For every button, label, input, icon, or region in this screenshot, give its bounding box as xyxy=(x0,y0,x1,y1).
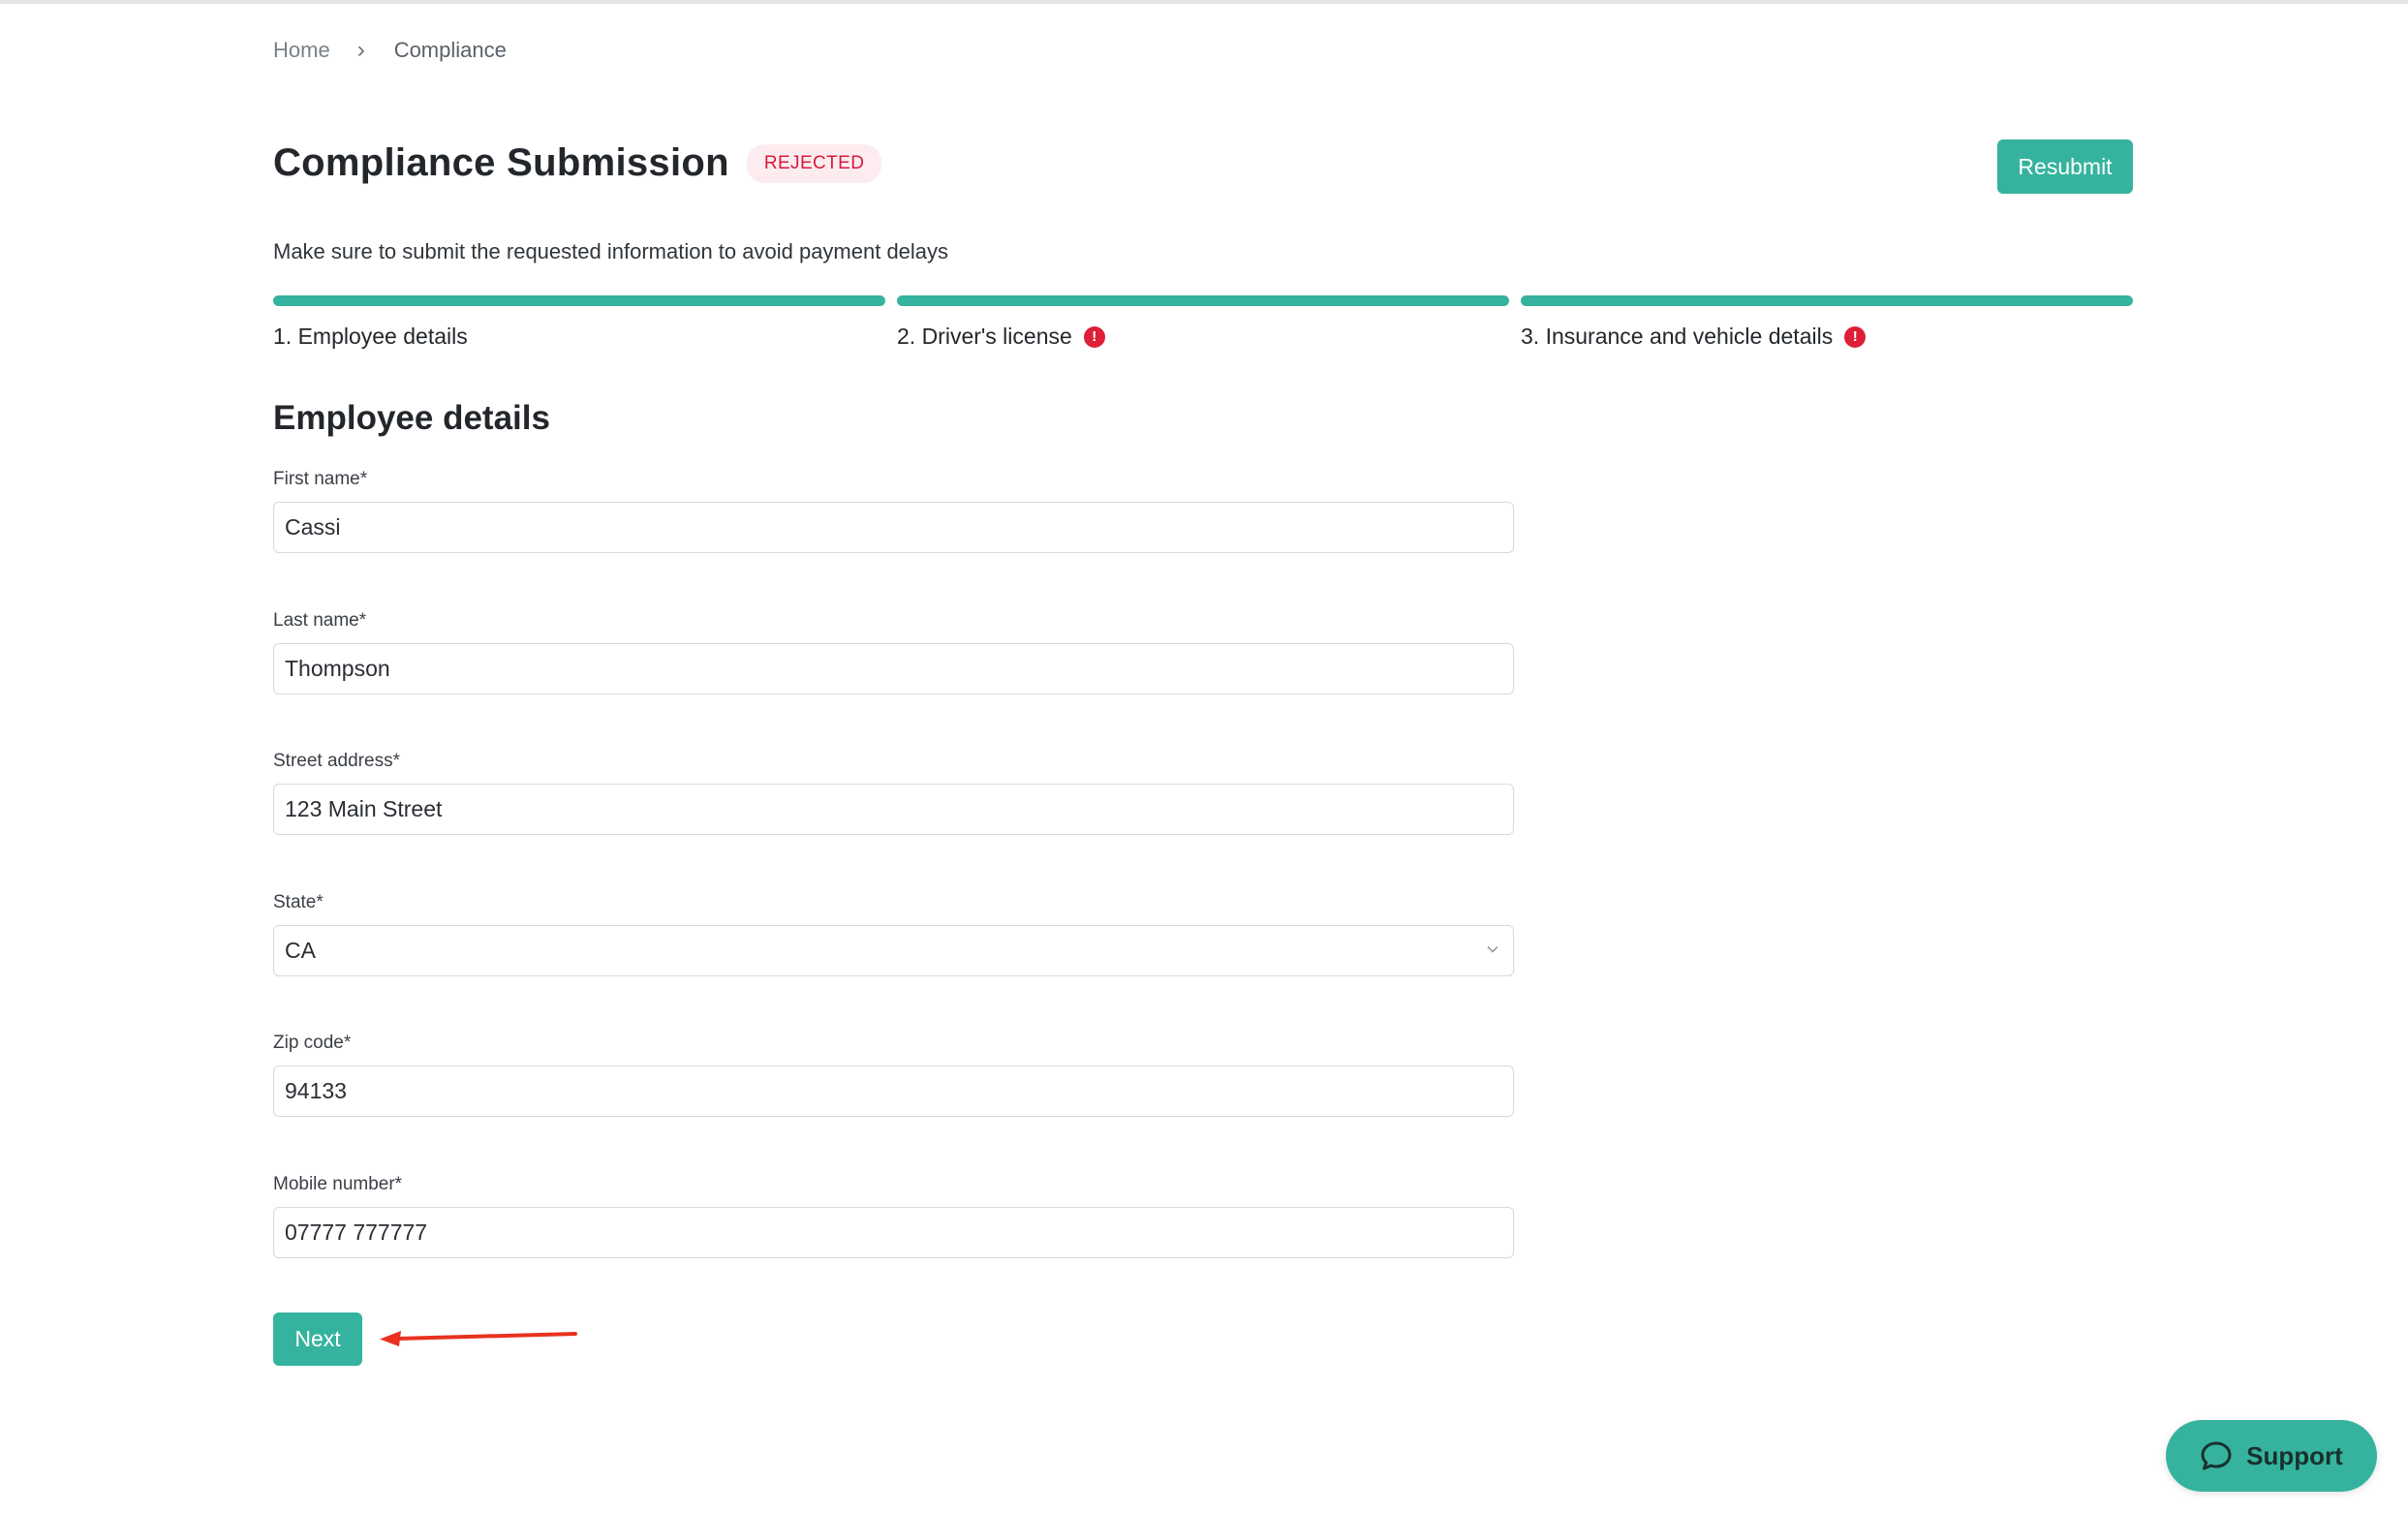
mobile-number-input[interactable]: 07777 777777 xyxy=(273,1207,1514,1258)
first-name-group: First name* Cassi xyxy=(273,469,1515,553)
step-label: 2. Driver's license xyxy=(897,324,1072,349)
red-arrow-annotation xyxy=(380,1331,577,1346)
step-insurance-vehicle[interactable]: 3. Insurance and vehicle details ! xyxy=(1521,295,2133,350)
support-button[interactable]: Support xyxy=(2166,1420,2377,1492)
street-address-input[interactable]: 123 Main Street xyxy=(273,784,1514,835)
exclamation-circle-icon: ! xyxy=(1844,325,1867,348)
first-name-label: First name* xyxy=(273,469,368,489)
zip-code-label: Zip code* xyxy=(273,1033,352,1053)
street-address-group: Street address* 123 Main Street xyxy=(273,751,1515,835)
page-subtitle: Make sure to submit the requested inform… xyxy=(273,239,949,263)
next-button[interactable]: Next xyxy=(273,1312,362,1366)
step-label: 1. Employee details xyxy=(273,324,468,349)
step-label: 3. Insurance and vehicle details xyxy=(1521,324,1834,349)
first-name-input[interactable]: Cassi xyxy=(273,502,1514,553)
step-drivers-license[interactable]: 2. Driver's license ! xyxy=(897,295,1509,350)
state-label: State* xyxy=(273,892,324,912)
last-name-value: Thompson xyxy=(285,656,390,681)
resubmit-button[interactable]: Resubmit xyxy=(1997,139,2133,194)
street-address-value: 123 Main Street xyxy=(285,796,443,821)
breadcrumb: Home › Compliance xyxy=(273,37,507,64)
state-group: State* CA xyxy=(273,892,1515,976)
chat-bubble-icon xyxy=(2201,1441,2232,1470)
zip-code-group: Zip code* 94133 xyxy=(273,1033,1515,1117)
step-progress-bar xyxy=(1521,295,2133,306)
zip-code-input[interactable]: 94133 xyxy=(273,1065,1514,1117)
street-address-label: Street address* xyxy=(273,751,400,771)
breadcrumb-home-link[interactable]: Home xyxy=(273,38,330,63)
mobile-number-group: Mobile number* 07777 777777 xyxy=(273,1174,1515,1258)
last-name-input[interactable]: Thompson xyxy=(273,643,1514,695)
progress-steps: 1. Employee details 2. Driver's license … xyxy=(273,295,2133,350)
step-progress-bar xyxy=(897,295,1509,306)
first-name-value: Cassi xyxy=(285,514,341,540)
zip-code-value: 94133 xyxy=(285,1078,347,1103)
page-title: Compliance Submission xyxy=(273,141,729,184)
title-row: Compliance Submission REJECTED xyxy=(273,141,882,185)
state-value: CA xyxy=(285,938,316,963)
support-label: Support xyxy=(2246,1440,2343,1470)
state-select[interactable]: CA xyxy=(273,925,1514,976)
last-name-label: Last name* xyxy=(273,610,367,631)
mobile-number-label: Mobile number* xyxy=(273,1174,403,1194)
step-employee-details[interactable]: 1. Employee details xyxy=(273,295,885,350)
chevron-down-icon xyxy=(1487,945,1498,953)
breadcrumb-current: Compliance xyxy=(393,38,507,62)
last-name-group: Last name* Thompson xyxy=(273,610,1515,695)
exclamation-circle-icon: ! xyxy=(1083,325,1105,348)
mobile-number-value: 07777 777777 xyxy=(285,1220,428,1245)
section-title: Employee details xyxy=(273,399,550,437)
status-badge: REJECTED xyxy=(746,143,882,183)
step-progress-bar xyxy=(273,295,885,306)
breadcrumb-separator-icon: › xyxy=(356,37,365,63)
top-border xyxy=(0,0,2408,4)
